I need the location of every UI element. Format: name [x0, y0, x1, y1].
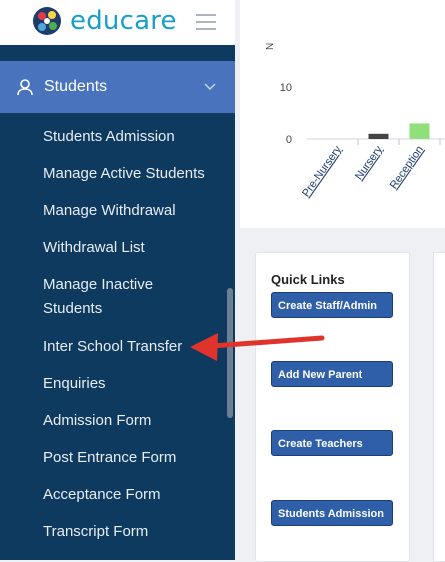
- brand-name: educare: [70, 6, 177, 36]
- y-axis-label: N: [265, 43, 276, 50]
- add-new-parent-button[interactable]: Add New Parent: [271, 361, 393, 387]
- x-tick-label: Nursery: [353, 143, 385, 182]
- y-tick-label: 10: [280, 82, 292, 94]
- side-card: [433, 252, 445, 562]
- educare-logo-icon: [33, 7, 61, 35]
- sidebar-item-manage-withdrawal[interactable]: Manage Withdrawal: [0, 199, 176, 223]
- sidebar: Students Students Admission Manage Activ…: [0, 45, 235, 560]
- sidebar-item-inter-school-transfer[interactable]: Inter School Transfer: [0, 335, 182, 359]
- bar-1: [368, 133, 389, 139]
- students-admission-button[interactable]: Students Admission: [271, 500, 393, 526]
- sidebar-top-strip: [0, 45, 235, 61]
- y-tick-label: 0: [286, 134, 292, 146]
- sidebar-item-students[interactable]: Students: [0, 61, 235, 113]
- sidebar-item-withdrawal-list[interactable]: Withdrawal List: [0, 236, 145, 260]
- sidebar-item-transcript-form[interactable]: Transcript Form: [0, 520, 148, 544]
- x-tick-label: Reception: [388, 144, 426, 191]
- sidebar-item-students-label: Students: [44, 78, 108, 95]
- sidebar-scrollbar[interactable]: [227, 288, 233, 418]
- sidebar-item-enquiries[interactable]: Enquiries: [0, 372, 106, 396]
- sidebar-item-manage-inactive-students[interactable]: Manage Inactive Students: [0, 273, 193, 321]
- quick-links-card: Quick Links Create Staff/Admin Add New P…: [255, 252, 410, 562]
- sidebar-item-acceptance-form[interactable]: Acceptance Form: [0, 483, 161, 507]
- create-teachers-button[interactable]: Create Teachers: [271, 430, 393, 456]
- x-tick-label: Pre-Nursery: [300, 143, 344, 199]
- main-content: N010Pre-NurseryNurseryReceptionCrec Quic…: [235, 0, 445, 562]
- quick-links-title: Quick Links: [271, 272, 345, 287]
- bar-2: [409, 123, 430, 139]
- chevron-down-icon: [204, 83, 216, 90]
- sidebar-item-post-entrance-form[interactable]: Post Entrance Form: [0, 446, 176, 470]
- sidebar-item-admission-form[interactable]: Admission Form: [0, 409, 151, 433]
- user-icon: [17, 79, 33, 96]
- top-bar: educare: [0, 0, 235, 45]
- sidebar-item-students-admission[interactable]: Students Admission: [0, 125, 175, 149]
- hamburger-menu-icon[interactable]: [196, 14, 216, 30]
- chart-card: N010Pre-NurseryNurseryReceptionCrec: [240, 0, 445, 228]
- create-staff-admin-button[interactable]: Create Staff/Admin: [271, 292, 393, 318]
- sidebar-item-manage-active-students[interactable]: Manage Active Students: [0, 162, 205, 186]
- students-bar-chart: N010Pre-NurseryNurseryReceptionCrec: [265, 43, 445, 199]
